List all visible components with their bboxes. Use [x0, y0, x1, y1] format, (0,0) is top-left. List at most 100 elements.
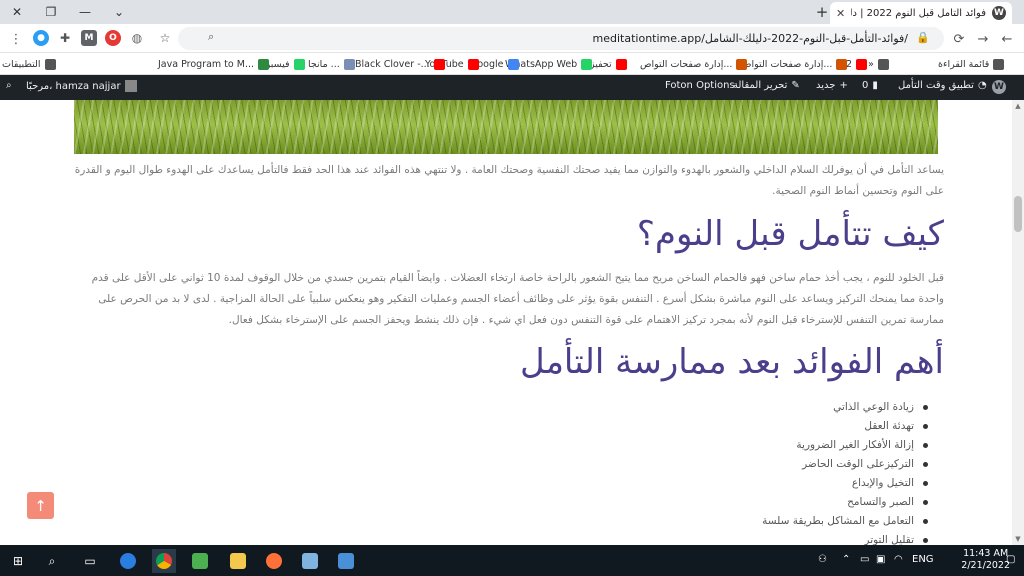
bookmarks-bar: قائمة القراءة»02إدارة صفحات التواص...إدا… [0, 53, 1024, 75]
image-app-taskbar-icon[interactable] [188, 549, 212, 573]
bookmark-label: » [868, 58, 874, 70]
people-icon[interactable]: ⚇ [818, 554, 827, 565]
battery-icon[interactable]: ▭ [860, 554, 869, 565]
file-explorer-icon[interactable] [226, 549, 250, 573]
scroll-up-arrow-icon[interactable]: ▲ [1012, 100, 1024, 112]
edit-post-link[interactable]: ✎ تحرير المقالة [733, 80, 800, 91]
bookmark-item[interactable]: التطبيقات [2, 56, 56, 72]
youtube-icon [856, 58, 868, 70]
windows-start-icon[interactable]: ⊞ [6, 549, 30, 573]
foton-options-label: Foton Options [665, 80, 735, 91]
pen-app-taskbar-icon[interactable] [334, 549, 358, 573]
bookmark-label: Java Program to M... [158, 58, 255, 70]
wp-admin-bar: ⌕ مرحبًا، hamza najjar Foton Options ✎ ت… [0, 75, 1024, 100]
benefit-list-item: زيادة الوعي الذاتي [762, 398, 928, 417]
search-taskbar-icon[interactable]: ⌕ [40, 549, 64, 573]
bookmark-item[interactable]: إدارة صفحات التواص... [640, 56, 748, 72]
notifications-icon[interactable]: ▢ [1006, 554, 1015, 565]
windows-taskbar: ⊞ ⌕ ▭ ⚇ ⌃ ▭ ▣ ◠ ENG 11:43 AM 2/21/2022 ▢ [0, 545, 1024, 576]
clock-date: 2/21/2022 [961, 560, 1010, 571]
featured-grass-image [74, 100, 938, 154]
bookmark-star-icon[interactable]: ☆ [157, 30, 173, 46]
search-icon[interactable]: ⌕ [208, 30, 214, 44]
wifi-icon[interactable]: ◠ [894, 554, 903, 565]
task-view-icon[interactable]: ▭ [78, 549, 102, 573]
pencil-icon: ✎ [791, 80, 800, 91]
notepad-taskbar-icon[interactable] [298, 549, 322, 573]
close-window-icon[interactable]: ✕ [0, 0, 34, 24]
menu-kebab-icon[interactable]: ⋮ [5, 28, 27, 50]
youtube-icon [467, 58, 479, 70]
youtube-icon [615, 58, 627, 70]
profile-avatar-icon[interactable]: ● [33, 30, 49, 46]
benefit-list-item: إزالة الأفكار الغير الضرورية [762, 436, 928, 455]
m-extension-icon[interactable]: M [81, 30, 97, 46]
arrow-up-icon: ↑ [34, 496, 47, 515]
bookmark-label: التطبيقات [2, 58, 41, 70]
site-name-menu[interactable]: ◔ تطبيق وقت التأمل [898, 80, 987, 91]
admin-search-icon[interactable]: ⌕ [6, 80, 12, 91]
w-icon [258, 58, 270, 70]
bookmark-label: مانجا ... [308, 58, 340, 70]
forward-arrow-icon[interactable]: → [972, 28, 994, 50]
globe-extension-icon[interactable]: ◍ [129, 30, 145, 46]
comment-icon: ▮ [872, 80, 878, 91]
bookmark-label: تحفيز [590, 58, 612, 70]
display-icon[interactable]: ▣ [876, 554, 885, 565]
comments-link[interactable]: ▮ 0 [862, 80, 878, 91]
bookmark-item[interactable]: قائمة القراءة [938, 56, 1005, 72]
tab-title: فوائد التأمل قبل النوم 2022 | دليلك [851, 7, 986, 19]
bookmark-item[interactable]: مانجا ... [308, 56, 355, 72]
scroll-to-top-button[interactable]: ↑ [27, 492, 54, 519]
new-tab-button[interactable]: + [812, 0, 832, 24]
whatsapp-icon [293, 58, 305, 70]
benefit-list-item: تهدئة العقل [762, 417, 928, 436]
greeting-text: مرحبًا، hamza najjar [26, 80, 121, 92]
benefits-list: زيادة الوعي الذاتي تهدئة العقل إزالة الأفك… [762, 398, 928, 545]
language-indicator[interactable]: ENG [912, 554, 934, 565]
new-content-menu[interactable]: + جديد [816, 80, 848, 91]
intro-paragraph: يساعد التأمل في أن يوفرلك السلام الداخلي… [74, 164, 944, 197]
browser-toolbar: ⋮ ● ✚ M O ◍ ☆ ⇪ ⌕ meditationtime.app/فوا… [0, 24, 1024, 53]
bookmark-item[interactable]: Black Clover -... [355, 56, 445, 72]
firefox-taskbar-icon[interactable] [262, 549, 286, 573]
bookmark-item[interactable]: Java Program to M... [158, 56, 270, 72]
chrome-taskbar-icon[interactable] [152, 549, 176, 573]
foton-options-menu[interactable]: Foton Options [665, 80, 735, 91]
opera-extension-icon[interactable]: O [105, 30, 121, 46]
more-bookmarks-icon [877, 58, 889, 70]
my-account-menu[interactable]: مرحبًا، hamza najjar [26, 80, 137, 92]
scrollbar-thumb[interactable] [1014, 196, 1022, 232]
bookmark-label: قائمة القراءة [938, 58, 990, 70]
whatsapp-icon [581, 58, 593, 70]
heading-benefits: أهم الفوائد بعد ممارسة التأمل [519, 342, 944, 382]
tab-close-icon[interactable]: ✕ [836, 7, 845, 20]
bookmark-item[interactable]: تحفيز [590, 56, 627, 72]
bookmark-item[interactable]: إدارة صفحات التواص... [740, 56, 848, 72]
minimize-window-icon[interactable]: — [68, 0, 102, 24]
tab-search-chevron-icon[interactable]: ⌄ [102, 0, 136, 24]
tray-chevron-icon[interactable]: ⌃ [842, 554, 850, 565]
google-icon [507, 58, 519, 70]
bookmark-item[interactable]: » [868, 56, 889, 72]
extensions-puzzle-icon[interactable]: ✚ [57, 30, 73, 46]
wordpress-logo-icon[interactable]: W [992, 80, 1006, 94]
user-avatar [124, 80, 137, 92]
wp-logo-glyph: W [992, 80, 1006, 94]
page-scrollbar[interactable]: ▲ ▼ [1012, 100, 1024, 545]
dashboard-gauge-icon: ◔ [977, 80, 987, 91]
clock[interactable]: 11:43 AM 2/21/2022 [961, 548, 1010, 572]
address-bar[interactable]: ⌕ meditationtime.app/فوائد-التأمل-قبل-ال… [178, 27, 944, 50]
scroll-down-arrow-icon[interactable]: ▼ [1012, 533, 1024, 545]
bookmark-label: إدارة صفحات التواص... [640, 58, 733, 70]
clock-time: 11:43 AM [963, 548, 1009, 559]
url-text: meditationtime.app/فوائد-التأمل-قبل-النو… [592, 32, 908, 45]
active-tab[interactable]: W فوائد التأمل قبل النوم 2022 | دليلك ✕ [830, 2, 1012, 24]
reload-icon[interactable]: ⟳ [948, 28, 970, 50]
back-arrow-icon[interactable]: ← [996, 28, 1018, 50]
benefit-list-item: الصبر والتسامح [762, 493, 928, 512]
edge-taskbar-icon[interactable] [116, 549, 140, 573]
article-content: يساعد التأمل في أن يوفرلك السلام الداخلي… [0, 100, 1012, 545]
lock-icon[interactable]: 🔒 [916, 31, 930, 44]
restore-window-icon[interactable]: ❐ [34, 0, 68, 24]
